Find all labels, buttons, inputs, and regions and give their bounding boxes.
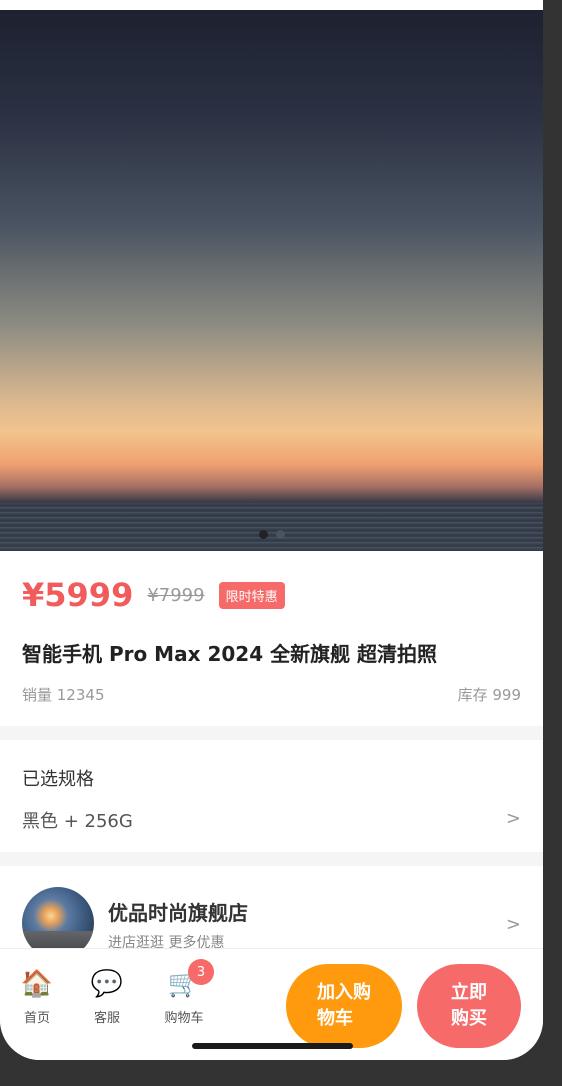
buy-now-label-line2: 购买 bbox=[451, 1008, 487, 1029]
price-row: ¥5999 ¥7999 限时特惠 bbox=[22, 576, 285, 614]
section-divider bbox=[0, 726, 543, 740]
promo-tag: 限时特惠 bbox=[218, 581, 285, 609]
nav-cart[interactable]: 🛒 3 购物车 bbox=[156, 959, 214, 1026]
nav-home[interactable]: 🏠 首页 bbox=[9, 967, 65, 1026]
product-image-carousel[interactable] bbox=[0, 10, 543, 551]
section-divider bbox=[0, 852, 543, 866]
carousel-dot[interactable] bbox=[275, 530, 285, 539]
current-price: ¥5999 bbox=[22, 576, 134, 614]
buy-now-label-line1: 立即 bbox=[451, 982, 487, 1003]
product-title: 智能手机 Pro Max 2024 全新旗舰 超清拍照 bbox=[22, 642, 438, 666]
nav-customer-service[interactable]: 💬 客服 bbox=[79, 967, 135, 1026]
nav-home-label: 首页 bbox=[23, 1011, 50, 1026]
house-icon: 🏠 bbox=[20, 969, 54, 999]
add-to-cart-label-line1: 加入购 bbox=[317, 982, 371, 1003]
carousel-indicator bbox=[0, 530, 543, 539]
nav-cart-label: 购物车 bbox=[164, 1011, 204, 1026]
spec-label: 已选规格 bbox=[22, 769, 94, 790]
product-detail-screen: ¥5999 ¥7999 限时特惠 智能手机 Pro Max 2024 全新旗舰 … bbox=[0, 0, 543, 1060]
original-price: ¥7999 bbox=[147, 584, 205, 606]
add-to-cart-label-line2: 物车 bbox=[317, 1008, 353, 1029]
add-to-cart-button[interactable]: 加入购 物车 bbox=[286, 964, 402, 1048]
cart-count-badge: 3 bbox=[188, 959, 214, 985]
store-name: 优品时尚旗舰店 bbox=[108, 901, 248, 925]
product-image-sea bbox=[0, 503, 543, 551]
carousel-dot-active[interactable] bbox=[258, 530, 268, 539]
spec-chevron-right-icon: > bbox=[505, 808, 521, 829]
sales-count: 销量 12345 bbox=[22, 686, 105, 704]
store-chevron-right-icon: > bbox=[505, 914, 521, 935]
buy-now-button[interactable]: 立即 购买 bbox=[417, 964, 521, 1048]
home-indicator[interactable] bbox=[192, 1043, 353, 1049]
nav-service-label: 客服 bbox=[93, 1011, 120, 1026]
spec-value: 黑色 + 256G bbox=[22, 811, 133, 832]
stock-count: 库存 999 bbox=[457, 686, 521, 704]
chat-bubble-icon: 💬 bbox=[90, 969, 124, 999]
